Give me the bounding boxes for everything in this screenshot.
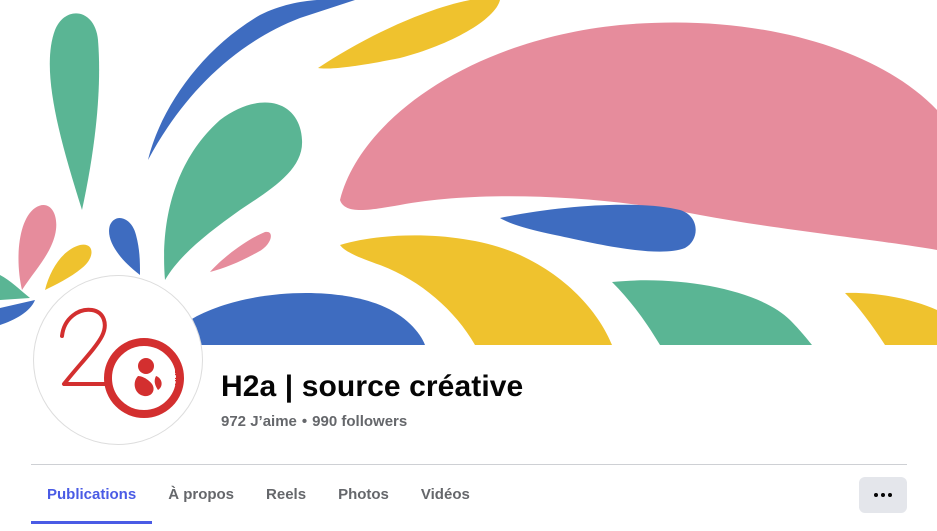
profile-picture[interactable]: YEARS: [34, 276, 202, 444]
page-stats: 972 J’aime • 990 followers: [221, 413, 407, 430]
tab-photos[interactable]: Photos: [322, 466, 405, 524]
h2a-20-years-logo-icon: YEARS: [60, 307, 184, 418]
likes-count[interactable]: 972 J’aime: [221, 413, 297, 430]
followers-count[interactable]: 990 followers: [312, 413, 407, 430]
logo-years-text: YEARS: [173, 363, 182, 391]
more-dots-icon: [874, 493, 892, 497]
tab-label: À propos: [168, 486, 235, 503]
page-tabs: Publications À propos Reels Photos Vidéo…: [31, 466, 486, 524]
page-title: H2a | source créative: [221, 370, 524, 403]
more-options-button[interactable]: [859, 477, 907, 513]
tab-label: Photos: [338, 486, 389, 503]
tab-publications[interactable]: Publications: [31, 466, 153, 524]
active-tab-indicator: [31, 521, 153, 524]
divider: [31, 464, 907, 465]
tab-videos[interactable]: Vidéos: [405, 466, 486, 524]
tab-label: Vidéos: [420, 486, 470, 503]
tab-label: Publications: [47, 486, 137, 503]
tab-reels[interactable]: Reels: [250, 466, 322, 524]
stats-separator: •: [301, 413, 308, 430]
tab-about[interactable]: À propos: [152, 466, 250, 524]
tab-label: Reels: [266, 486, 307, 503]
